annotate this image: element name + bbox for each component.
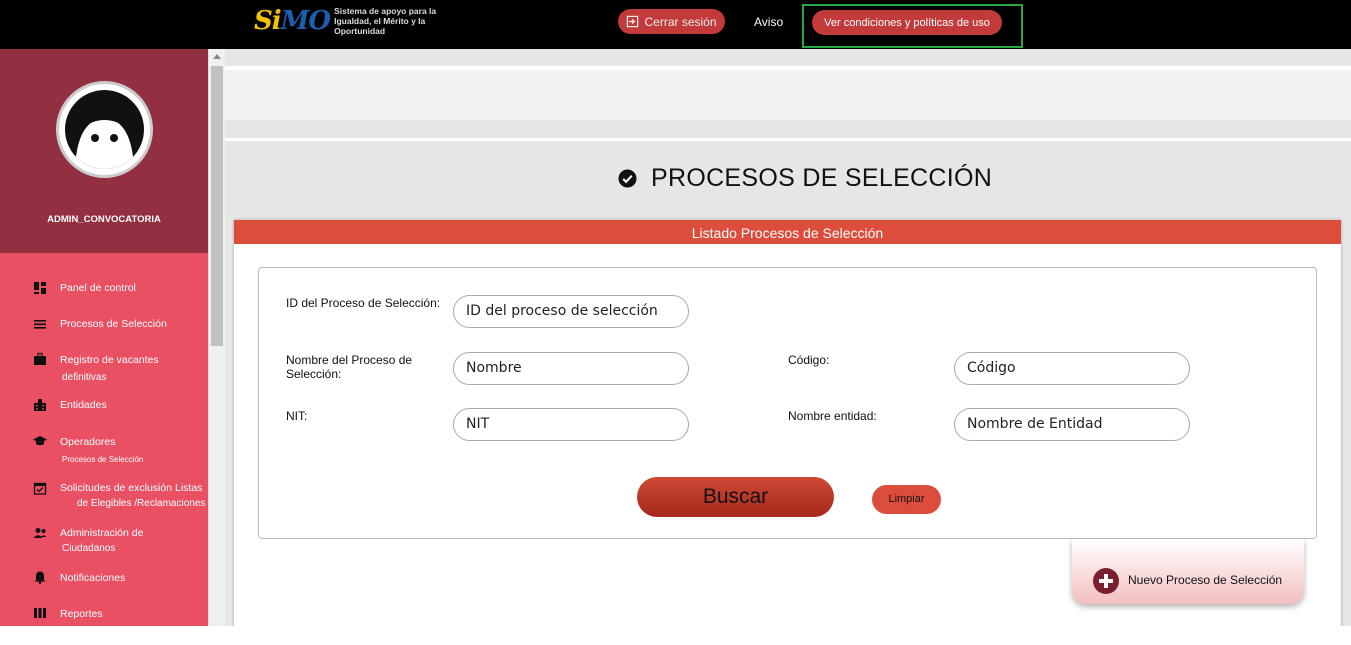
logo-text: Sistema de apoyo para la Igualdad, el Mé… — [334, 6, 437, 36]
people-icon — [33, 528, 47, 538]
panel-header: Listado Procesos de Selección — [234, 220, 1341, 244]
dashboard-icon — [34, 282, 46, 294]
sidebar-item-sublabel: Procesos de Selección — [62, 455, 144, 464]
sidebar-item-sublabel: definitivas — [62, 372, 107, 383]
nit-input[interactable]: NIT — [453, 408, 689, 441]
logout-label: Cerrar sesión — [644, 14, 717, 29]
search-button[interactable]: Buscar — [637, 477, 834, 517]
band — [225, 70, 1351, 120]
id-input[interactable]: ID del proceso de selección — [453, 295, 689, 328]
sidebar-item-label: Solicitudes de exclusión Listas — [60, 482, 203, 494]
search-form: ID del Proceso de Selección: ID del proc… — [258, 267, 1317, 539]
sidebar-item-label: Registro de vacantes — [60, 354, 159, 366]
username: ADMIN_CONVOCATORIA — [47, 214, 161, 225]
entity-label: Nombre entidad: — [788, 409, 877, 423]
new-process-label: Nuevo Proceso de Selección — [1128, 573, 1283, 587]
sidebar-item-sublabel: de Elegibles /Reclamaciones — [77, 498, 206, 509]
sidebar-item-label: Notificaciones — [60, 572, 126, 584]
bell-icon — [34, 571, 46, 584]
process-list-panel: Listado Procesos de Selección ID del Pro… — [234, 220, 1341, 626]
scroll-up-icon[interactable] — [213, 54, 221, 59]
clear-button[interactable]: Limpiar — [872, 485, 941, 514]
sidebar-item-label: Reportes — [60, 608, 103, 620]
code-label: Código: — [788, 353, 830, 367]
briefcase-icon — [34, 352, 46, 365]
logo-mark: SiMO — [254, 6, 331, 36]
top-bar: SiMO Sistema de apoyo para la Igualdad, … — [0, 0, 1351, 49]
sidebar-scrollbar[interactable] — [208, 49, 225, 626]
sidebar-profile: ADMIN_CONVOCATORIA — [0, 49, 208, 253]
name-input[interactable]: Nombre — [453, 352, 689, 385]
sidebar-item-label: Administración de — [60, 527, 144, 539]
new-process-button[interactable]: Nuevo Proceso de Selección — [1072, 539, 1304, 604]
band — [225, 138, 1351, 141]
list-icon — [34, 320, 46, 329]
page-heading: PROCESOS DE SELECCIÓN — [618, 164, 992, 193]
logo[interactable]: SiMO Sistema de apoyo para la Igualdad, … — [254, 6, 464, 36]
check-circle-icon — [618, 169, 637, 188]
logout-button[interactable]: Cerrar sesión — [618, 9, 725, 34]
sidebar-item-sublabel: Ciudadanos — [62, 543, 116, 554]
logout-icon — [627, 15, 639, 28]
sidebar-item-label: Procesos de Selección — [60, 318, 167, 330]
aviso-link[interactable]: Aviso — [754, 15, 783, 29]
page-title: PROCESOS DE SELECCIÓN — [651, 164, 993, 192]
entity-input[interactable]: Nombre de Entidad — [954, 408, 1190, 441]
nit-label: NIT: — [286, 409, 308, 423]
sidebar-item-label: Panel de control — [60, 282, 136, 294]
scroll-thumb[interactable] — [211, 66, 223, 346]
avatar-face-icon — [65, 90, 144, 169]
building-icon — [34, 399, 46, 411]
sidebar-item-label: Entidades — [60, 399, 107, 411]
code-input[interactable]: Código — [954, 352, 1190, 385]
graduation-cap-icon — [33, 436, 47, 446]
id-label: ID del Proceso de Selección: — [286, 296, 441, 310]
calendar-check-icon — [33, 482, 47, 495]
sidebar-menu: Panel de control Procesos de Selección R… — [0, 253, 208, 626]
avatar[interactable] — [56, 81, 153, 178]
columns-icon — [34, 608, 46, 618]
main-content: PROCESOS DE SELECCIÓN Listado Procesos d… — [225, 49, 1351, 626]
plus-icon — [1093, 568, 1119, 594]
sidebar-item-label: Operadores — [60, 436, 116, 448]
conditions-button[interactable]: Ver condiciones y políticas de uso — [812, 10, 1002, 35]
name-label: Nombre del Proceso de Selección: — [286, 353, 413, 381]
